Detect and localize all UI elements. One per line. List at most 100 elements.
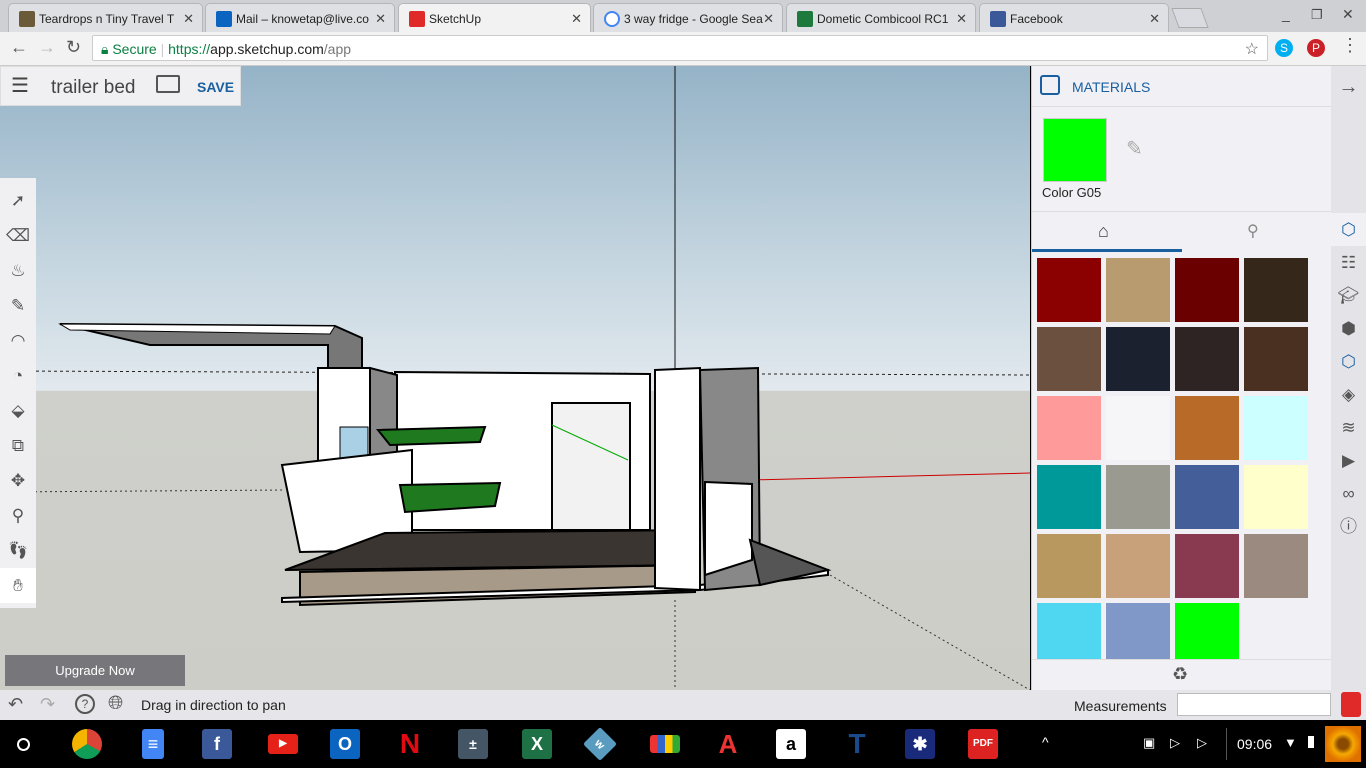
tray-photo-icon[interactable]: ▣ [1143, 735, 1155, 751]
browser-tab[interactable]: 3 way fridge - Google Sea ✕ [593, 3, 783, 32]
bookmark-star-icon[interactable]: ☆ [1245, 39, 1259, 59]
close-tab-icon[interactable]: ✕ [183, 11, 194, 27]
material-swatch[interactable] [1175, 396, 1239, 460]
display-icon[interactable]: ∞ [1331, 477, 1366, 510]
tray-play-store-icon[interactable]: ▷ [1197, 735, 1207, 751]
select-icon[interactable]: ➚ [0, 183, 36, 218]
upgrade-now-button[interactable]: Upgrade Now [5, 655, 185, 686]
calculator-icon[interactable]: ± [458, 729, 488, 759]
url-input[interactable]: 🔒︎ Secure | https://app.sketchup.com/app… [92, 35, 1268, 61]
material-swatch[interactable] [1175, 327, 1239, 391]
material-swatch[interactable] [1037, 258, 1101, 322]
close-window-button[interactable]: ✕ [1342, 6, 1354, 23]
material-swatch[interactable] [1244, 465, 1308, 529]
expand-tray-icon[interactable]: ^ [1042, 734, 1049, 750]
netflix-icon[interactable]: N [395, 729, 425, 759]
layers-icon[interactable]: ≋ [1331, 411, 1366, 444]
tray-play-icon[interactable]: ▷ [1170, 735, 1180, 751]
reload-icon[interactable]: ↻ [66, 37, 81, 58]
outliner-icon[interactable]: ☷ [1331, 246, 1366, 279]
palette-app-icon[interactable] [650, 735, 680, 753]
clock[interactable]: 09:06 [1237, 736, 1272, 752]
facebook-icon[interactable]: f [202, 729, 232, 759]
material-swatch[interactable] [1244, 327, 1308, 391]
outlook-icon[interactable]: O [330, 729, 360, 759]
battery-icon[interactable] [1308, 736, 1314, 748]
t-app-icon[interactable]: T [842, 729, 872, 759]
current-material-swatch[interactable] [1043, 118, 1107, 182]
close-tab-icon[interactable]: ✕ [1149, 11, 1160, 27]
wifi-icon[interactable]: ▼ [1284, 735, 1297, 750]
user-avatar[interactable] [1325, 726, 1361, 762]
pan-hand-icon[interactable]: ✋︎ [0, 568, 36, 603]
close-tab-icon[interactable]: ✕ [375, 11, 386, 27]
youtube-icon[interactable]: ▶ [268, 734, 298, 754]
w-app-icon[interactable]: w [583, 727, 617, 761]
undo-icon[interactable]: ↶ [8, 694, 23, 715]
hamburger-icon[interactable]: ☰ [11, 73, 29, 98]
components-icon[interactable]: ⬢ [1331, 312, 1366, 345]
measurements-input[interactable] [1177, 693, 1331, 716]
new-tab-button[interactable] [1171, 8, 1209, 28]
browser-tab[interactable]: Mail – knowetap@live.co ✕ [205, 3, 395, 32]
pencil-icon[interactable]: ✎ [0, 288, 36, 323]
scenes-icon[interactable]: ▶ [1331, 444, 1366, 477]
styles-icon[interactable]: ◈ [1331, 378, 1366, 411]
material-swatch[interactable] [1244, 396, 1308, 460]
material-swatch[interactable] [1175, 534, 1239, 598]
close-tab-icon[interactable]: ✕ [956, 11, 967, 27]
chrome-icon[interactable] [72, 729, 102, 759]
browser-tab[interactable]: Teardrops n Tiny Travel T ✕ [8, 3, 203, 32]
browser-tab[interactable]: Dometic Combicool RC1 ✕ [786, 3, 976, 32]
minimize-button[interactable]: _ [1282, 6, 1290, 22]
material-swatch[interactable] [1106, 258, 1170, 322]
open-folder-icon[interactable] [156, 75, 180, 93]
material-swatch[interactable] [1037, 534, 1101, 598]
browser-tab[interactable]: Facebook ✕ [979, 3, 1169, 32]
arc-icon[interactable]: ◠ [0, 323, 36, 358]
back-icon[interactable]: ← [10, 37, 28, 58]
material-swatch[interactable] [1106, 534, 1170, 598]
materials-icon[interactable]: ⬡ [1331, 345, 1366, 378]
walk-icon[interactable]: 👣︎ [0, 533, 36, 568]
home-icon[interactable]: ⌂ [1098, 221, 1109, 242]
adobe-app-icon[interactable]: A [713, 729, 743, 759]
material-swatch[interactable] [1037, 603, 1101, 660]
eraser-icon[interactable]: ⌫ [0, 218, 36, 253]
close-tab-icon[interactable]: ✕ [571, 11, 582, 27]
material-swatch[interactable] [1106, 465, 1170, 529]
material-swatch[interactable] [1106, 396, 1170, 460]
restore-button[interactable]: ❐ [1311, 7, 1323, 23]
orbit-icon[interactable]: ⚲ [0, 498, 36, 533]
docs-icon[interactable]: ≡ [142, 729, 164, 759]
material-swatch[interactable] [1244, 534, 1308, 598]
material-swatch[interactable] [1175, 258, 1239, 322]
file-name[interactable]: trailer bed [51, 77, 136, 99]
material-swatch[interactable] [1037, 465, 1101, 529]
menu-kebab-icon[interactable]: ⋮ [1341, 35, 1359, 56]
save-button[interactable]: SAVE [197, 79, 234, 95]
forward-icon[interactable]: → [38, 37, 56, 58]
materials-icon[interactable]: ⬡ [1331, 213, 1366, 246]
skype-extension-icon[interactable]: S [1275, 39, 1293, 57]
recycle-icon[interactable]: ♻ [1172, 664, 1188, 685]
push-pull-icon[interactable]: ⬙ [0, 393, 36, 428]
paint-bucket-icon[interactable]: ♨ [0, 253, 36, 288]
material-swatch[interactable] [1175, 603, 1239, 660]
3d-viewport[interactable] [0, 66, 1030, 690]
browser-tab-active[interactable]: SketchUp ✕ [398, 3, 591, 32]
search-materials-icon[interactable]: ⚲ [1247, 221, 1259, 241]
close-tab-icon[interactable]: ✕ [763, 11, 774, 27]
material-swatch[interactable] [1175, 465, 1239, 529]
pinterest-extension-icon[interactable]: P [1307, 39, 1325, 57]
instructor-icon[interactable]: 🎓︎ [1331, 279, 1366, 312]
move-icon[interactable]: ✥ [0, 463, 36, 498]
material-swatch[interactable] [1037, 396, 1101, 460]
excel-icon[interactable]: X [522, 729, 552, 759]
x-app-icon[interactable]: ✱ [905, 729, 935, 759]
help-icon[interactable]: ? [75, 694, 95, 714]
edit-material-icon[interactable]: ✎ [1126, 136, 1143, 161]
model-info-icon[interactable]: ⓘ [1331, 510, 1366, 543]
amazon-icon[interactable]: a [776, 729, 806, 759]
tape-measure-icon[interactable]: ◔ [0, 358, 36, 393]
